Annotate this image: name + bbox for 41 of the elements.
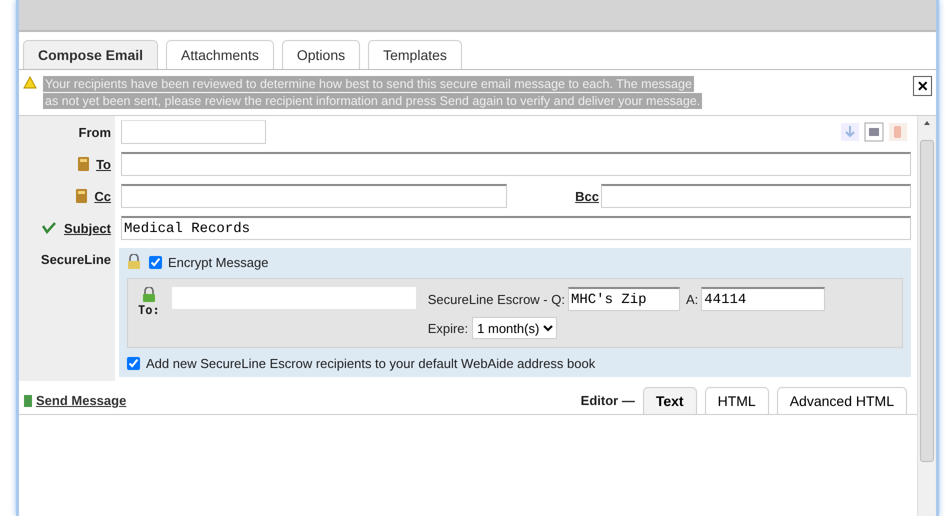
expire-label: Expire:	[428, 320, 468, 336]
editor-tab[interactable]: Text	[642, 387, 697, 414]
scrollbar-thumb[interactable]	[920, 140, 934, 462]
to-label: To:	[138, 303, 160, 317]
encrypt-checkbox[interactable]	[149, 256, 162, 268]
tab[interactable]: Options	[282, 40, 360, 69]
bcc-field[interactable]	[601, 184, 911, 208]
escrow-answer-label: A:	[686, 292, 698, 306]
close-button[interactable]: ×	[913, 76, 932, 96]
cc-link[interactable]: Cc	[94, 188, 111, 204]
escrow-answer-field[interactable]: 44114	[701, 287, 826, 311]
to-field[interactable]	[121, 152, 911, 176]
from-field[interactable]	[121, 120, 266, 144]
padlock-icon	[127, 254, 141, 270]
toolbar-icons-drawing	[841, 121, 909, 143]
escrow-question-field[interactable]: MHC's Zip	[568, 287, 680, 311]
send-message-link[interactable]: Send Message	[36, 393, 126, 408]
escrow-to-field[interactable]	[172, 287, 416, 309]
scroll-up-icon[interactable]	[923, 120, 931, 126]
add-recipients-checkbox[interactable]	[127, 357, 140, 370]
padlock-icon	[142, 287, 156, 303]
notice-text: as not yet been sent, please review the recipient information and press Send again to verify and deliver your message.	[43, 93, 702, 109]
notice-text: Your recipients have been reviewed to determine how best to send this secure email message to each. The message	[43, 76, 694, 92]
tab[interactable]: Attachments	[166, 40, 274, 69]
secureline-label: SecureLine	[40, 252, 111, 267]
warning-icon	[23, 76, 37, 89]
escrow-question-label: SecureLine Escrow - Q:	[428, 292, 565, 306]
add-recipients-label: Add new SecureLine Escrow recipients to your default WebAide address book	[146, 356, 596, 371]
tab[interactable]: Templates	[368, 40, 462, 69]
editor-label: Editor —	[580, 393, 635, 408]
tab[interactable]: Compose Email	[23, 40, 158, 69]
subject-field[interactable]: Medical Records	[121, 216, 911, 240]
to-link[interactable]: To	[96, 156, 111, 172]
editor-tab[interactable]: HTML	[704, 387, 769, 414]
encrypt-label: Encrypt Message	[168, 254, 268, 270]
bcc-link[interactable]: Bcc	[575, 188, 599, 204]
send-icon	[23, 394, 33, 408]
expire-dropdown[interactable]: 1 month(s)	[472, 317, 558, 339]
editor-tab[interactable]: Advanced HTML	[776, 387, 907, 414]
from-label: From	[78, 124, 111, 140]
cc-field[interactable]	[121, 184, 507, 208]
